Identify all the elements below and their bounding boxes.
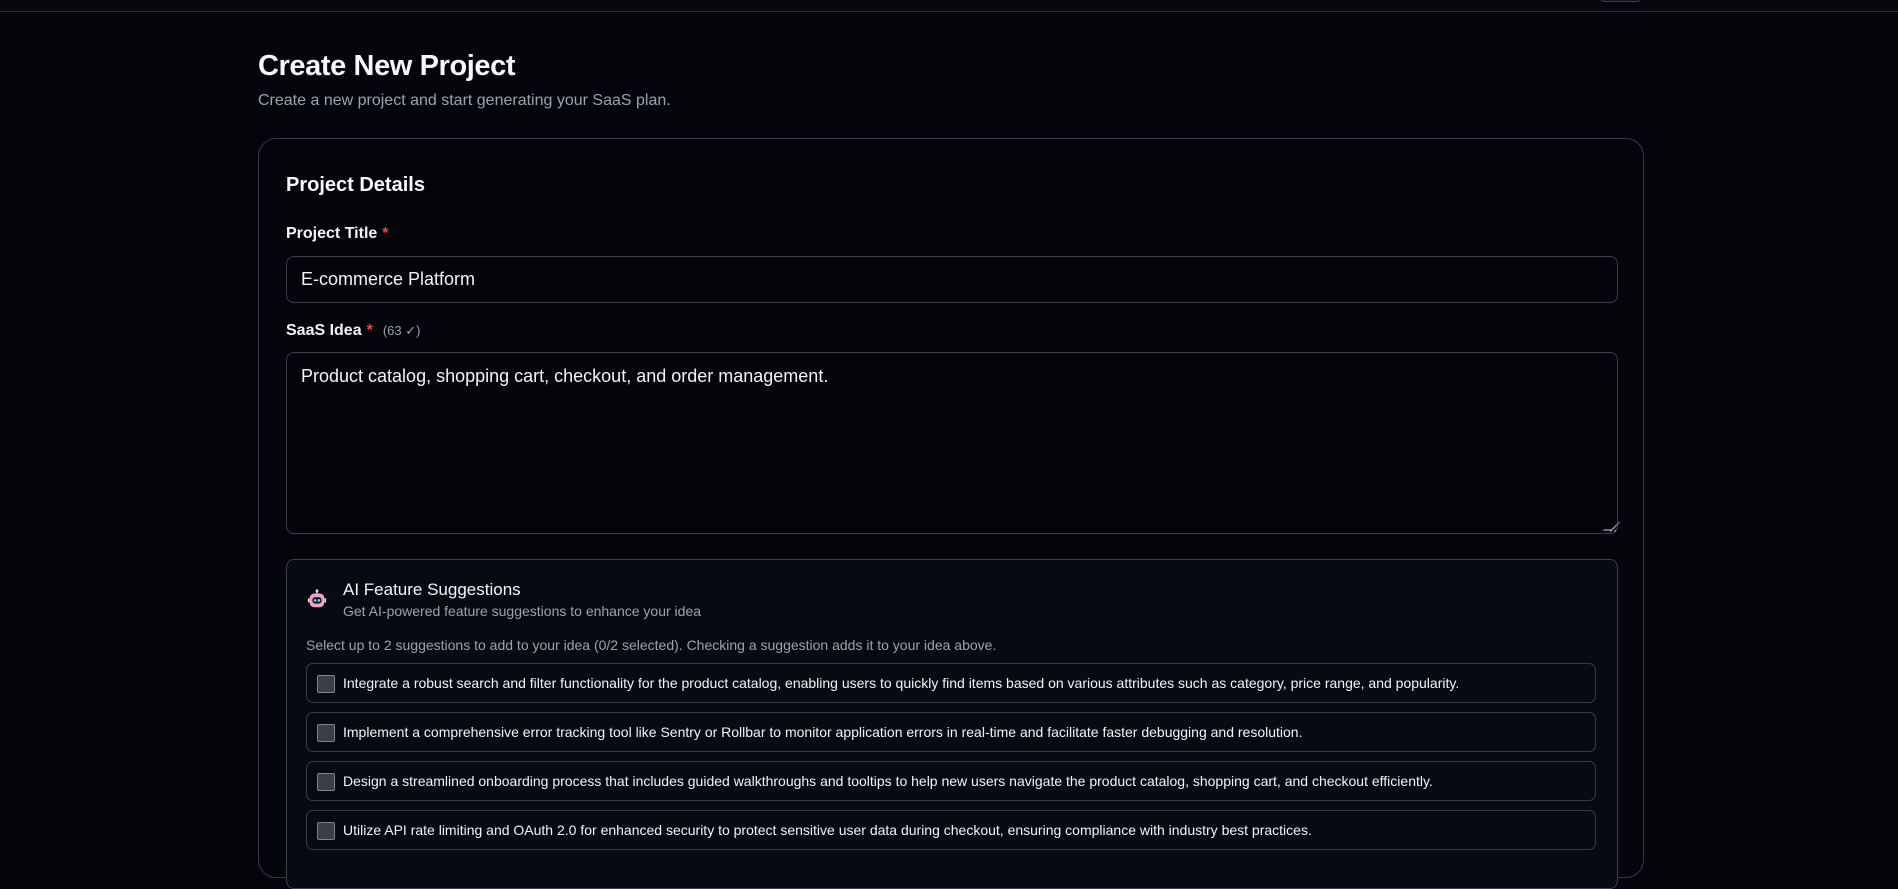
ai-suggestions-subtitle: Get AI-powered feature suggestions to en… (343, 603, 702, 619)
suggestion-item[interactable]: Integrate a robust search and filter fun… (306, 663, 1596, 703)
saas-idea-textarea[interactable]: Product catalog, shopping cart, checkout… (286, 352, 1618, 534)
suggestion-item[interactable]: Implement a comprehensive error tracking… (306, 712, 1596, 752)
ai-suggestions-instructions: Select up to 2 suggestions to add to you… (306, 637, 997, 653)
suggestion-item[interactable]: Design a streamlined onboarding process … (306, 761, 1596, 801)
top-right-button[interactable] (1600, 0, 1642, 2)
robot-icon (307, 589, 327, 608)
project-details-title: Project Details (286, 174, 425, 196)
ai-suggestions-title: AI Feature Suggestions (343, 580, 521, 599)
project-title-input[interactable] (286, 256, 1618, 303)
project-title-label-text: Project Title (286, 225, 378, 242)
suggestion-checkbox[interactable] (317, 724, 335, 742)
suggestion-text: Implement a comprehensive error tracking… (343, 724, 1303, 740)
ai-feature-suggestions-panel: AI Feature Suggestions Get AI-powered fe… (286, 559, 1618, 889)
suggestion-checkbox[interactable] (317, 822, 335, 840)
top-navigation-bar (0, 0, 1898, 12)
suggestion-checkbox[interactable] (317, 675, 335, 693)
character-count: (63 ✓) (382, 323, 421, 338)
create-project-page: Create New Project Create a new project … (258, 48, 1644, 889)
saas-idea-label: SaaS Idea * (63 ✓) (286, 320, 420, 342)
suggestion-text: Utilize API rate limiting and OAuth 2.0 … (343, 822, 1312, 838)
required-indicator: * (382, 225, 389, 242)
project-details-card: Project Details Project Title* SaaS Idea… (258, 138, 1644, 889)
required-indicator: * (366, 322, 373, 339)
suggestion-text: Integrate a robust search and filter fun… (343, 675, 1460, 691)
suggestion-checkbox[interactable] (317, 773, 335, 791)
saas-idea-label-text: SaaS Idea (286, 322, 362, 339)
suggestion-text: Design a streamlined onboarding process … (343, 773, 1433, 789)
page-title: Create New Project (258, 50, 516, 82)
page-subtitle: Create a new project and start generatin… (258, 92, 671, 109)
suggestion-item[interactable]: Utilize API rate limiting and OAuth 2.0 … (306, 810, 1596, 850)
project-title-label: Project Title * (286, 223, 389, 245)
